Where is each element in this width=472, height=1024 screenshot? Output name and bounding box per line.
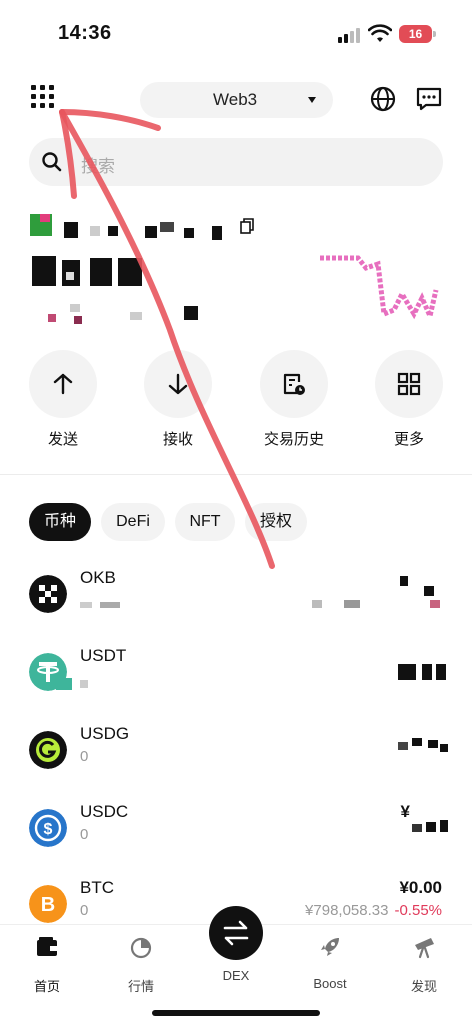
search-placeholder: 搜索: [81, 157, 115, 176]
home-indicator: [152, 1010, 320, 1016]
nav-market[interactable]: 行情: [111, 935, 171, 995]
nav-boost[interactable]: Boost: [300, 935, 360, 991]
tab-nft[interactable]: NFT: [175, 503, 235, 541]
token-price-line: ¥798,058.33 -0.55%: [305, 902, 442, 919]
message-icon[interactable]: [416, 86, 442, 112]
rocket-icon: [321, 938, 339, 956]
receive-label: 接收: [162, 431, 193, 448]
token-row-usdt[interactable]: USDT: [0, 646, 472, 726]
arrow-up-icon: [53, 373, 73, 395]
history-label: 交易历史: [263, 431, 324, 448]
token-amount: 0: [80, 748, 89, 765]
tab-defi[interactable]: DeFi: [101, 503, 165, 541]
more-action[interactable]: 更多: [375, 350, 443, 449]
token-amount: 0: [80, 902, 89, 919]
more-label: 更多: [393, 431, 424, 448]
nav-home[interactable]: 首页: [17, 935, 77, 995]
usdg-logo-icon: [29, 731, 67, 769]
grid-more-icon: [397, 372, 421, 396]
history-button[interactable]: [260, 350, 328, 418]
token-row-usdg[interactable]: USDG 0: [0, 724, 472, 804]
receive-button[interactable]: [144, 350, 212, 418]
arrow-down-icon: [168, 373, 188, 395]
nav-label: 行情: [127, 979, 154, 994]
token-row-okb[interactable]: OKB: [0, 568, 472, 648]
status-bar: 14:36 16: [0, 0, 472, 66]
btc-logo-icon: B: [29, 885, 67, 923]
token-change: -0.55%: [394, 902, 442, 919]
battery-icon: 16: [399, 25, 436, 43]
swap-icon: [223, 920, 249, 946]
caret-down-icon: [308, 97, 316, 103]
token-amount: 0: [80, 826, 89, 843]
token-symbol: USDT: [80, 646, 127, 665]
globe-icon[interactable]: [370, 86, 396, 112]
tab-tokens[interactable]: 币种: [29, 503, 91, 541]
svg-text:$: $: [44, 821, 53, 838]
history-action[interactable]: 交易历史: [260, 350, 328, 449]
token-symbol: BTC: [80, 878, 114, 897]
history-icon: [283, 373, 305, 395]
nav-label: DEX: [222, 968, 250, 983]
tab-approvals[interactable]: 授权: [245, 503, 307, 541]
send-button[interactable]: [29, 350, 97, 418]
more-button[interactable]: [375, 350, 443, 418]
token-value: ¥0.00: [399, 878, 442, 897]
apps-grid-icon[interactable]: [30, 84, 56, 110]
wallet-icon: [37, 937, 57, 956]
send-action[interactable]: 发送: [29, 350, 97, 449]
token-symbol: USDG: [80, 724, 130, 743]
nav-label: 发现: [410, 979, 437, 994]
bottom-nav: 首页 行情 DEX Boost 发现: [0, 906, 472, 1024]
search-bar[interactable]: 搜索: [29, 138, 443, 186]
divider: [0, 474, 472, 475]
token-symbol: USDC: [80, 802, 129, 821]
usdc-logo-icon: $: [29, 809, 67, 847]
market-icon: [130, 937, 152, 959]
okb-logo-icon: [29, 575, 67, 613]
search-icon: [42, 152, 62, 172]
token-symbol: OKB: [80, 568, 116, 587]
nav-label: 首页: [33, 979, 60, 994]
receive-action[interactable]: 接收: [144, 350, 212, 449]
cellular-signal-icon: [338, 27, 362, 43]
dex-swap-button[interactable]: [209, 906, 263, 960]
nav-label: Boost: [313, 976, 347, 991]
wifi-icon: [368, 24, 392, 42]
token-value: ¥: [400, 802, 410, 821]
token-price: ¥798,058.33: [305, 902, 389, 919]
send-label: 发送: [47, 431, 78, 448]
token-row-usdc[interactable]: $ USDC 0 ¥: [0, 802, 472, 882]
copy-icon[interactable]: [240, 218, 254, 234]
wallet-mode-label: Web3: [213, 90, 258, 109]
svg-text:B: B: [41, 894, 55, 916]
wallet-mode-selector[interactable]: Web3: [140, 82, 333, 118]
nav-discover[interactable]: 发现: [394, 935, 454, 995]
status-time: 14:36: [58, 22, 112, 44]
balance-sparkline: [320, 255, 439, 324]
telescope-icon: [415, 938, 434, 959]
